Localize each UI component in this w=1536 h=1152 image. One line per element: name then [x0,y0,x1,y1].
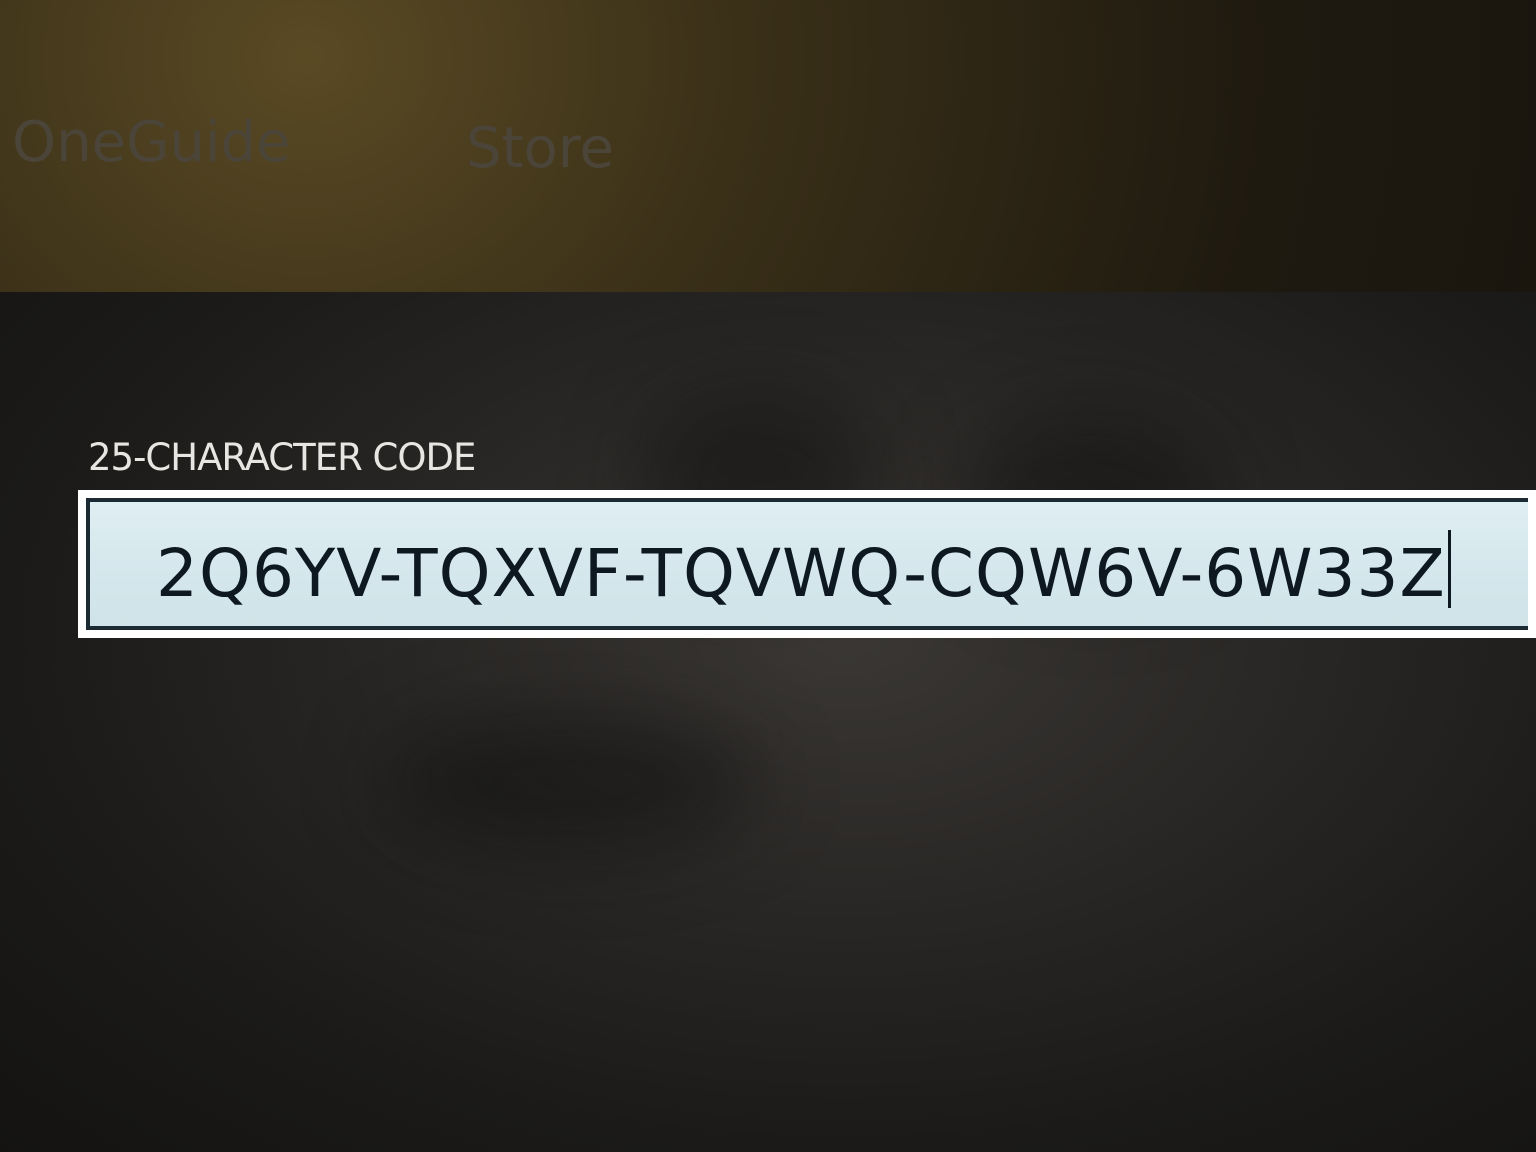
tab-oneguide[interactable]: OneGuide [12,110,290,175]
top-navigation: OneGuide Store [0,0,1536,292]
background-shadow [380,712,760,852]
code-input-value-wrapper[interactable]: 2Q6YV-TQXVF-TQVWQ-CQW6V-6W33Z [156,530,1451,612]
text-caret [1447,530,1451,608]
code-field-label: 25-CHARACTER CODE [88,436,476,479]
code-input-inner[interactable]: 2Q6YV-TQXVF-TQVWQ-CQW6V-6W33Z [86,498,1528,630]
redeem-code-panel [0,292,1536,1152]
code-input-field[interactable]: 2Q6YV-TQXVF-TQVWQ-CQW6V-6W33Z [78,490,1536,638]
xbox-screen: OneGuide Store 25-CHARACTER CODE 2Q6YV-T… [0,0,1536,1152]
tab-store[interactable]: Store [466,116,614,181]
code-input-value[interactable]: 2Q6YV-TQXVF-TQVWQ-CQW6V-6W33Z [156,535,1446,612]
